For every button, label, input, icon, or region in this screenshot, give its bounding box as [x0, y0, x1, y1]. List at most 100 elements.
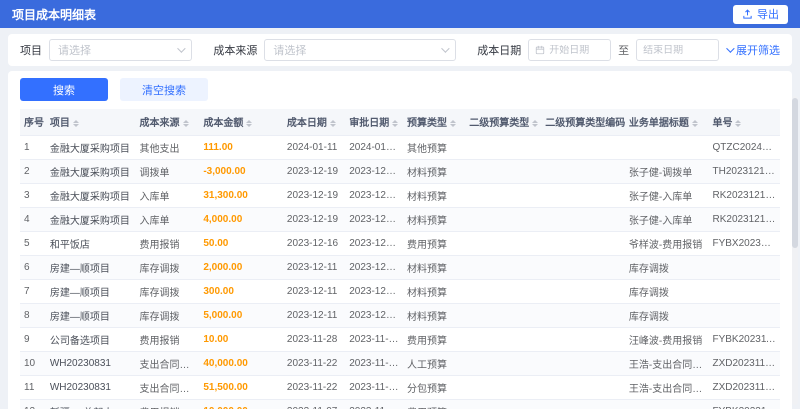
- sort-icon[interactable]: [246, 117, 253, 130]
- table-cell: 2024-01-11: [345, 135, 403, 160]
- table-cell: 库存调拨: [624, 255, 709, 280]
- project-select-placeholder: 请选择: [58, 45, 91, 57]
- table-cell: 2023-12-11: [282, 303, 346, 328]
- column-header-1[interactable]: 项目: [45, 109, 136, 136]
- table-cell: [541, 279, 625, 304]
- table-cell: 房建—顺项目: [45, 255, 136, 280]
- table-cell: FYBX20231216001: [708, 231, 780, 256]
- table-cell: 2023-12-16: [345, 231, 403, 256]
- sort-icon[interactable]: [72, 117, 79, 130]
- table-cell: [465, 183, 542, 208]
- expand-filters-label: 展开筛选: [736, 45, 780, 57]
- action-buttons: 搜索 清空搜索: [20, 78, 780, 101]
- table-cell: 300.00: [199, 279, 283, 304]
- column-header-5[interactable]: 审批日期: [345, 109, 403, 136]
- column-header-9[interactable]: 业务单据标题: [624, 109, 709, 136]
- column-header-label: 二级预算类型编码: [545, 118, 625, 129]
- table-cell: FYBK20231107001: [708, 399, 780, 409]
- table-cell: 12: [20, 399, 46, 409]
- table-cell: 材料预算: [402, 183, 466, 208]
- project-select[interactable]: 请选择: [49, 39, 193, 61]
- column-header-6[interactable]: 预算类型: [402, 109, 466, 136]
- search-button[interactable]: 搜索: [20, 78, 108, 101]
- sort-icon[interactable]: [735, 117, 742, 130]
- chevron-down-icon: [441, 44, 450, 53]
- column-header-0[interactable]: 序号: [20, 109, 46, 136]
- expand-filters-link[interactable]: 展开筛选: [726, 42, 780, 58]
- table-row: 11 WH20230831 支出合同执行 51,500.00 2023-11-22 202…: [20, 375, 780, 400]
- vertical-scrollbar-track: [792, 96, 798, 405]
- end-date-picker[interactable]: [636, 39, 719, 61]
- table-cell: 金融大厦采购项目: [45, 207, 136, 232]
- table-row: 10 WH20230831 支出合同执行 40,000.00 2023-11-22 202…: [20, 351, 780, 376]
- table-cell: 2023-12-19: [282, 183, 346, 208]
- table-row: 5 和平饭店 费用报销 50.00 2023-12-16 2023-12-16 费用预算 爷样…: [20, 231, 780, 256]
- sort-icon[interactable]: [532, 117, 539, 130]
- column-header-label: 预算类型: [406, 118, 447, 129]
- column-header-7[interactable]: 二级预算类型: [465, 109, 542, 136]
- column-header-label: 二级预算类型: [469, 118, 530, 129]
- table-cell: 10: [20, 351, 46, 376]
- table-row: 8 房建—顺项目 库存调拨 5,000.00 2023-12-11 2023-12-11 材…: [20, 303, 780, 328]
- table-cell: 库存调拨: [624, 303, 709, 328]
- sort-icon[interactable]: [691, 117, 698, 130]
- table-cell: FYBK20231128001: [708, 327, 780, 352]
- table-cell: [465, 303, 542, 328]
- table-cell: 2023-12-11: [345, 255, 403, 280]
- table-cell: 2024-01-11: [282, 135, 346, 160]
- table-cell: 材料预算: [402, 279, 466, 304]
- table-cell: [541, 159, 625, 184]
- table-row: 2 金融大厦采购项目 调拨单 -3,000.00 2023-12-19 2023-12-1…: [20, 159, 780, 184]
- table-cell: 新疆XX总部大厦工程二期: [45, 399, 136, 409]
- table-cell: 材料预算: [402, 207, 466, 232]
- column-header-8[interactable]: 二级预算类型编码: [541, 109, 625, 136]
- table-cell: [541, 327, 625, 352]
- table-cell: [541, 375, 625, 400]
- table-body: 1 金融大厦采购项目 其他支出 111.00 2024-01-11 2024-01-11 其…: [20, 135, 780, 409]
- table-cell: 50.00: [199, 231, 283, 256]
- table-cell: [541, 351, 625, 376]
- vertical-scrollbar[interactable]: [792, 98, 798, 248]
- cost-source-select[interactable]: 请选择: [264, 39, 457, 61]
- column-header-10[interactable]: 单号: [708, 109, 780, 136]
- clear-search-button[interactable]: 清空搜索: [120, 78, 208, 101]
- table-cell: 费用预算: [402, 231, 466, 256]
- table-cell: [541, 231, 625, 256]
- end-date-input[interactable]: [643, 44, 712, 56]
- project-filter-label: 项目: [20, 45, 42, 57]
- table-cell: [465, 351, 542, 376]
- chevron-down-icon: [177, 44, 187, 53]
- table-cell: 支出合同执行: [135, 351, 200, 376]
- column-header-label: 成本来源: [139, 118, 180, 129]
- table-cell: [465, 255, 542, 280]
- table-cell: RK20231219002: [708, 207, 780, 232]
- sort-icon[interactable]: [392, 117, 399, 130]
- column-header-3[interactable]: 成本金额: [199, 109, 283, 136]
- sort-icon[interactable]: [329, 117, 336, 130]
- calendar-icon: [535, 45, 545, 55]
- table-cell: 金融大厦采购项目: [45, 135, 136, 160]
- table-cell: 张子健-调拨单: [624, 159, 709, 184]
- start-date-input[interactable]: [549, 44, 605, 56]
- table-cell: 金融大厦采购项目: [45, 183, 136, 208]
- table-cell: 2023-11-07: [282, 399, 346, 409]
- filter-bar: 项目 请选择 成本来源 请选择 成本日期 至 展开筛选: [8, 34, 792, 66]
- table-cell: 入库单: [135, 207, 200, 232]
- column-header-label: 单号: [712, 118, 733, 129]
- column-header-2[interactable]: 成本来源: [135, 109, 200, 136]
- column-header-label: 成本日期: [286, 118, 327, 129]
- table-row: 4 金融大厦采购项目 入库单 4,000.00 2023-12-19 2023-12-19…: [20, 207, 780, 232]
- table-cell: 31,300.00: [199, 183, 283, 208]
- column-header-4[interactable]: 成本日期: [282, 109, 346, 136]
- sort-icon[interactable]: [182, 117, 189, 130]
- table-cell: [465, 375, 542, 400]
- column-header-label: 成本金额: [203, 118, 244, 129]
- start-date-picker[interactable]: [528, 39, 612, 61]
- table-cell: [465, 135, 542, 160]
- table-cell: 7: [20, 279, 46, 304]
- table-cell: 王浩-支出合同执行: [624, 351, 709, 376]
- source-filter-label: 成本来源: [213, 45, 258, 57]
- sort-icon[interactable]: [449, 117, 456, 130]
- table-cell: 2023-12-19: [345, 183, 403, 208]
- export-button[interactable]: 导出: [733, 4, 788, 24]
